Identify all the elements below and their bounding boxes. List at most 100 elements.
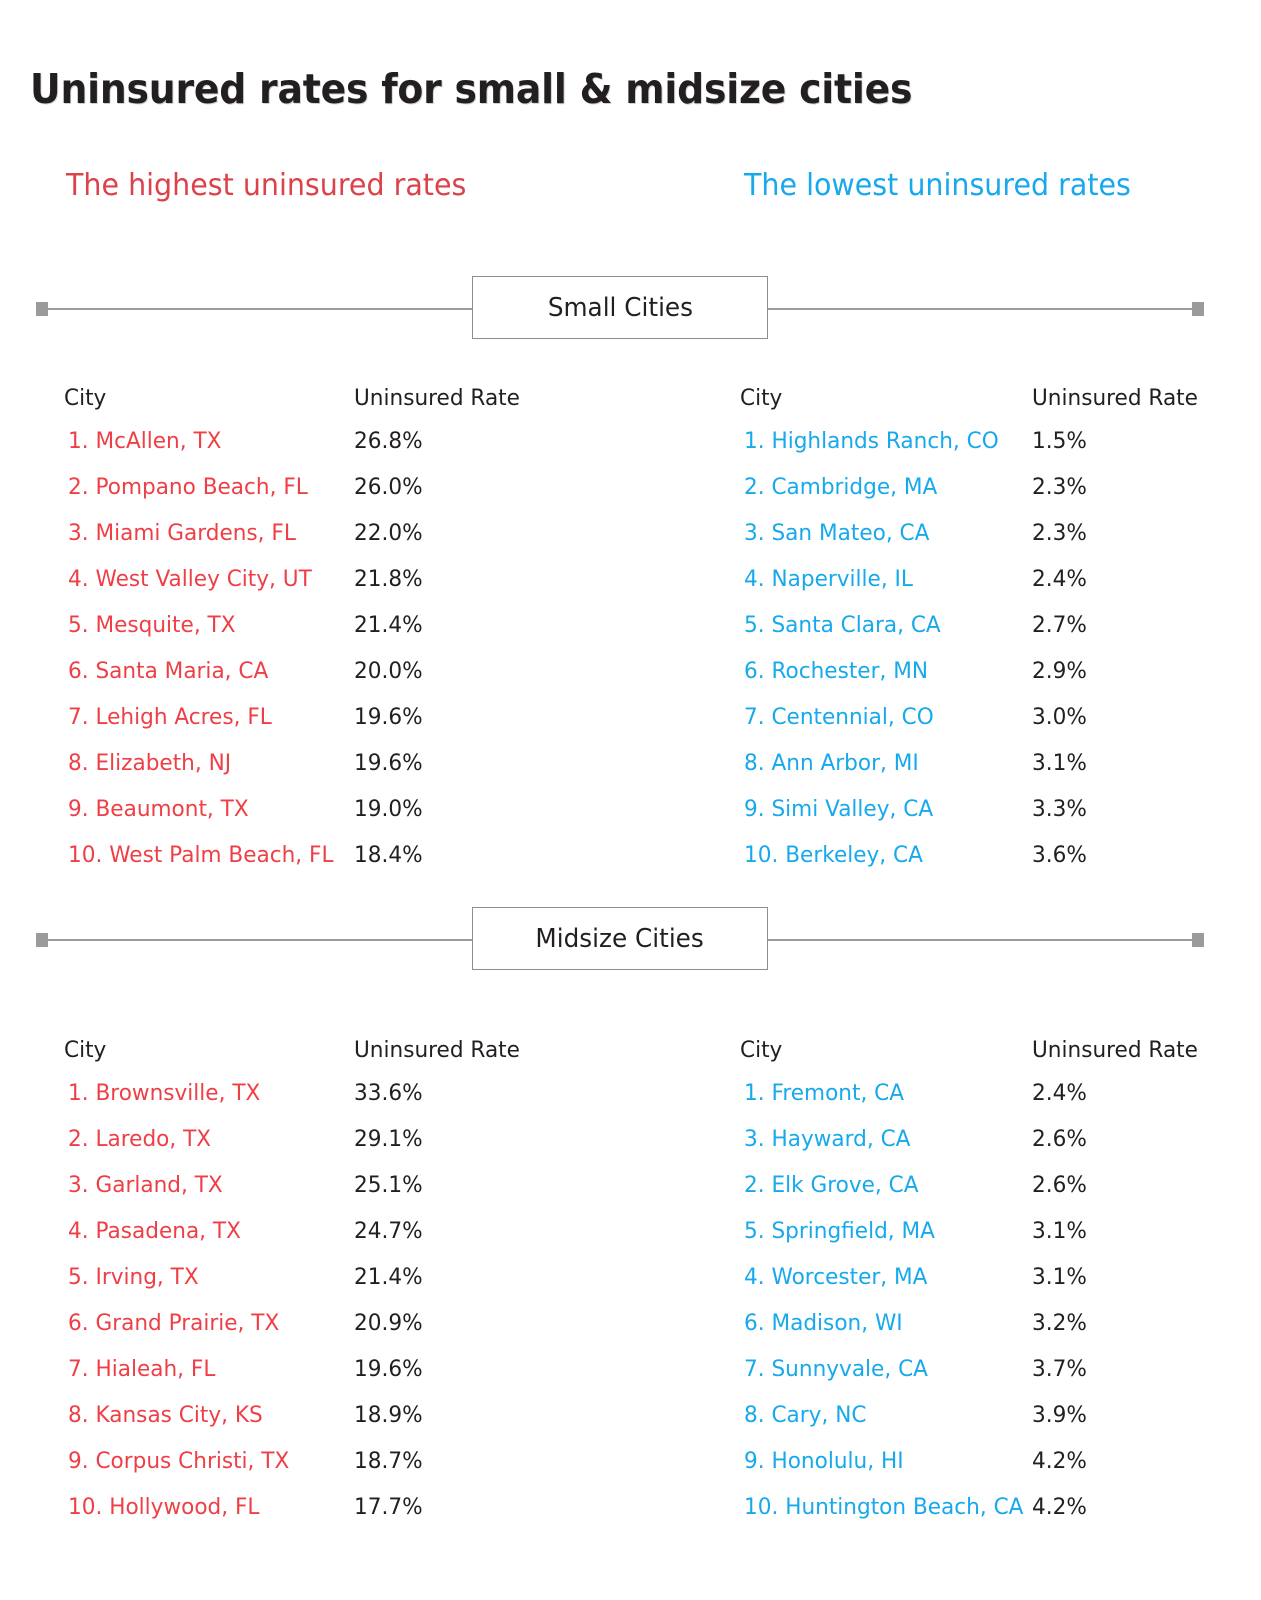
- cell-city: 3. Miami Gardens, FL: [68, 520, 296, 546]
- table-row: 3. Hayward, CA 2.6%: [740, 1116, 1240, 1162]
- cell-city: 2. Elk Grove, CA: [744, 1172, 919, 1198]
- cell-rate: 26.0%: [354, 474, 423, 500]
- table-row: 4. Worcester, MA 3.1%: [740, 1254, 1240, 1300]
- column-header-city: City: [740, 385, 783, 411]
- cell-rate: 19.6%: [354, 704, 423, 730]
- table-row: 9. Honolulu, HI 4.2%: [740, 1438, 1240, 1484]
- table-row: 1. Highlands Ranch, CO 1.5%: [740, 418, 1240, 464]
- section-label-box: Midsize Cities: [472, 907, 768, 970]
- table-row: 9. Corpus Christi, TX 18.7%: [64, 1438, 664, 1484]
- cell-city: 7. Centennial, CO: [744, 704, 934, 730]
- cell-rate: 18.4%: [354, 842, 423, 868]
- cell-rate: 3.1%: [1032, 750, 1087, 776]
- column-header-city: City: [64, 385, 107, 411]
- table-header-row: City Uninsured Rate: [64, 378, 664, 418]
- cell-rate: 33.6%: [354, 1080, 423, 1106]
- table-row: 1. Fremont, CA 2.4%: [740, 1070, 1240, 1116]
- table-row: 4. West Valley City, UT 21.8%: [64, 556, 664, 602]
- cell-city: 2. Pompano Beach, FL: [68, 474, 308, 500]
- table-row: 3. Miami Gardens, FL 22.0%: [64, 510, 664, 556]
- lowest-rates-heading: The lowest uninsured rates: [744, 168, 1131, 203]
- cell-rate: 2.6%: [1032, 1126, 1087, 1152]
- divider-cap-left-icon: [36, 302, 48, 316]
- cell-rate: 17.7%: [354, 1494, 423, 1520]
- table-row: 6. Grand Prairie, TX 20.9%: [64, 1300, 664, 1346]
- cell-rate: 20.0%: [354, 658, 423, 684]
- table-row: 9. Simi Valley, CA 3.3%: [740, 786, 1240, 832]
- table-row: 10. West Palm Beach, FL 18.4%: [64, 832, 664, 878]
- cell-city: 5. Santa Clara, CA: [744, 612, 941, 638]
- cell-rate: 2.4%: [1032, 1080, 1087, 1106]
- divider-cap-right-icon: [1192, 302, 1204, 316]
- table-header-row: City Uninsured Rate: [740, 1030, 1240, 1070]
- cell-city: 5. Mesquite, TX: [68, 612, 236, 638]
- table-row: 6. Madison, WI 3.2%: [740, 1300, 1240, 1346]
- table-row: 3. San Mateo, CA 2.3%: [740, 510, 1240, 556]
- cell-rate: 19.6%: [354, 1356, 423, 1382]
- column-header-city: City: [740, 1037, 783, 1063]
- cell-city: 10. Huntington Beach, CA: [744, 1494, 1024, 1520]
- page-title: Uninsured rates for small & midsize citi…: [30, 65, 913, 114]
- cell-city: 8. Elizabeth, NJ: [68, 750, 232, 776]
- cell-city: 6. Grand Prairie, TX: [68, 1310, 280, 1336]
- table-row: 7. Sunnyvale, CA 3.7%: [740, 1346, 1240, 1392]
- cell-city: 3. Hayward, CA: [744, 1126, 911, 1152]
- cell-city: 5. Springfield, MA: [744, 1218, 935, 1244]
- cell-rate: 18.7%: [354, 1448, 423, 1474]
- cell-city: 6. Rochester, MN: [744, 658, 929, 684]
- cell-city: 8. Ann Arbor, MI: [744, 750, 919, 776]
- cell-city: 8. Kansas City, KS: [68, 1402, 263, 1428]
- cell-rate: 18.9%: [354, 1402, 423, 1428]
- section-label: Midsize Cities: [535, 923, 705, 954]
- cell-city: 3. Garland, TX: [68, 1172, 223, 1198]
- cell-rate: 21.4%: [354, 612, 423, 638]
- cell-city: 2. Cambridge, MA: [744, 474, 938, 500]
- cell-city: 9. Simi Valley, CA: [744, 796, 934, 822]
- cell-rate: 21.8%: [354, 566, 423, 592]
- table-row: 9. Beaumont, TX 19.0%: [64, 786, 664, 832]
- column-header-rate: Uninsured Rate: [1032, 1037, 1198, 1063]
- cell-city: 6. Madison, WI: [744, 1310, 903, 1336]
- cell-city: 7. Lehigh Acres, FL: [68, 704, 272, 730]
- cell-rate: 2.6%: [1032, 1172, 1087, 1198]
- cell-rate: 3.2%: [1032, 1310, 1087, 1336]
- cell-city: 10. West Palm Beach, FL: [68, 842, 334, 868]
- cell-rate: 1.5%: [1032, 428, 1087, 454]
- cell-rate: 25.1%: [354, 1172, 423, 1198]
- table-row: 5. Springfield, MA 3.1%: [740, 1208, 1240, 1254]
- table-small-cities-highest: City Uninsured Rate 1. McAllen, TX 26.8% …: [64, 378, 664, 878]
- cell-rate: 2.7%: [1032, 612, 1087, 638]
- cell-city: 8. Cary, NC: [744, 1402, 867, 1428]
- table-row: 5. Mesquite, TX 21.4%: [64, 602, 664, 648]
- table-row: 8. Elizabeth, NJ 19.6%: [64, 740, 664, 786]
- cell-city: 1. Fremont, CA: [744, 1080, 905, 1106]
- column-header-rate: Uninsured Rate: [354, 385, 520, 411]
- cell-city: 1. McAllen, TX: [68, 428, 222, 454]
- table-row: 10. Berkeley, CA 3.6%: [740, 832, 1240, 878]
- table-row: 10. Huntington Beach, CA 4.2%: [740, 1484, 1240, 1530]
- cell-rate: 20.9%: [354, 1310, 423, 1336]
- cell-city: 1. Brownsville, TX: [68, 1080, 261, 1106]
- cell-rate: 3.1%: [1032, 1264, 1087, 1290]
- cell-city: 6. Santa Maria, CA: [68, 658, 269, 684]
- highest-rates-heading: The highest uninsured rates: [66, 168, 467, 203]
- table-row: 7. Lehigh Acres, FL 19.6%: [64, 694, 664, 740]
- cell-city: 1. Highlands Ranch, CO: [744, 428, 999, 454]
- divider-cap-right-icon: [1192, 933, 1204, 947]
- table-row: 6. Rochester, MN 2.9%: [740, 648, 1240, 694]
- cell-city: 3. San Mateo, CA: [744, 520, 930, 546]
- cell-rate: 3.1%: [1032, 1218, 1087, 1244]
- table-row: 2. Cambridge, MA 2.3%: [740, 464, 1240, 510]
- section-label-box: Small Cities: [472, 276, 768, 339]
- table-row: 1. Brownsville, TX 33.6%: [64, 1070, 664, 1116]
- table-row: 6. Santa Maria, CA 20.0%: [64, 648, 664, 694]
- cell-rate: 2.3%: [1032, 474, 1087, 500]
- cell-rate: 26.8%: [354, 428, 423, 454]
- cell-rate: 3.3%: [1032, 796, 1087, 822]
- cell-rate: 3.7%: [1032, 1356, 1087, 1382]
- table-small-cities-lowest: City Uninsured Rate 1. Highlands Ranch, …: [740, 378, 1240, 878]
- table-row: 2. Laredo, TX 29.1%: [64, 1116, 664, 1162]
- cell-rate: 4.2%: [1032, 1448, 1087, 1474]
- table-midsize-cities-lowest: City Uninsured Rate 1. Fremont, CA 2.4% 3…: [740, 1030, 1240, 1530]
- table-row: 8. Kansas City, KS 18.9%: [64, 1392, 664, 1438]
